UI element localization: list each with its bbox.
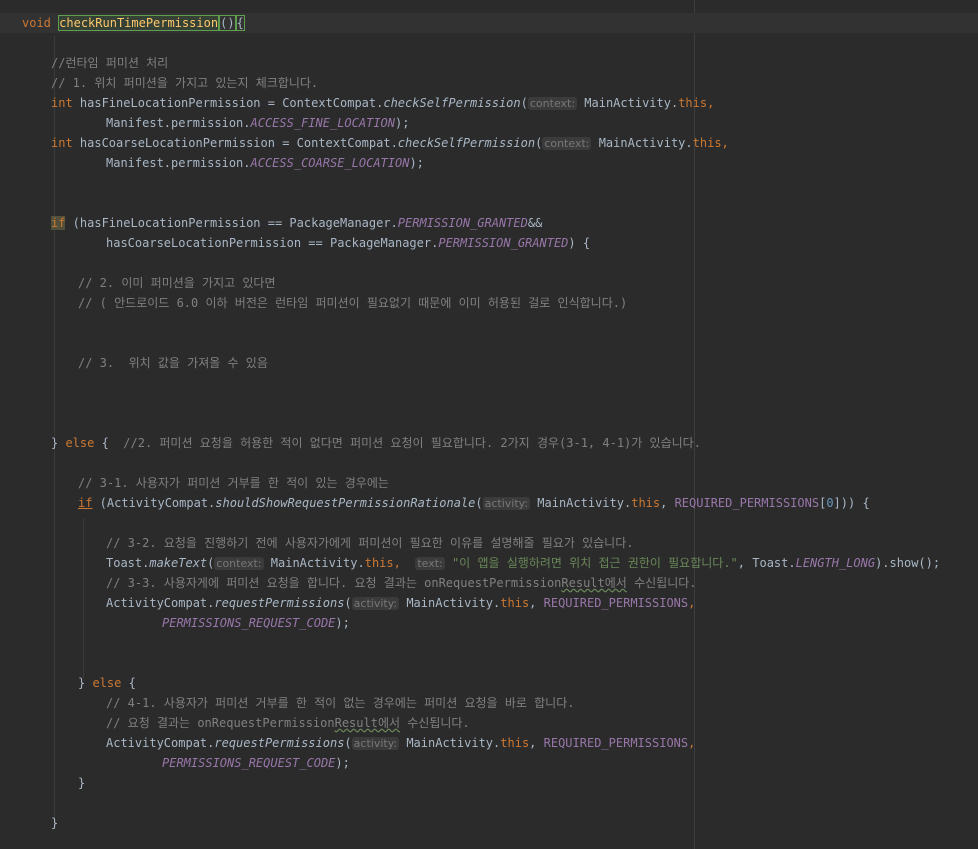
code-line-close-brace[interactable]: } (51, 813, 58, 833)
open-brace: { (235, 15, 245, 31)
right-margin-guide (694, 0, 695, 849)
comment-line[interactable]: // 2. 이미 퍼미션을 가지고 있다면 (78, 273, 276, 293)
comment-line[interactable]: // 3-1. 사용자가 퍼미션 거부를 한 적이 있는 경우에는 (78, 473, 389, 493)
code-line[interactable]: PERMISSIONS_REQUEST_CODE); (162, 613, 350, 633)
indent-guide (83, 518, 84, 678)
comment-line[interactable]: // ( 안드로이드 6.0 이하 버전은 런타임 퍼미션이 필요없기 때문에 … (78, 293, 627, 313)
code-line-toast[interactable]: Toast.makeText(context: MainActivity.thi… (106, 553, 940, 573)
code-line[interactable]: Manifest.permission.ACCESS_FINE_LOCATION… (106, 113, 409, 133)
comment-line[interactable]: // 3. 위치 값을 가져올 수 있음 (78, 353, 268, 373)
comment-line[interactable]: // 1. 위치 퍼미션을 가지고 있는지 체크합니다. (51, 73, 318, 93)
comment-line[interactable]: // 3-2. 요청을 진행하기 전에 사용자가에게 퍼미션이 필요한 이유를 … (106, 533, 634, 553)
param-hint: activity: (351, 597, 400, 610)
comment-line[interactable]: //런타임 퍼미션 처리 (51, 53, 168, 73)
code-line-if[interactable]: if (hasFineLocationPermission == Package… (51, 213, 542, 233)
param-hint: context: (542, 137, 592, 150)
code-line[interactable]: ActivityCompat.requestPermissions(activi… (106, 593, 695, 613)
code-line[interactable]: PERMISSIONS_REQUEST_CODE); (162, 753, 350, 773)
param-hint: text: (415, 557, 445, 570)
code-line-if[interactable]: if (ActivityCompat.shouldShowRequestPerm… (78, 493, 870, 513)
code-line[interactable]: Manifest.permission.ACCESS_COARSE_LOCATI… (106, 153, 424, 173)
code-line[interactable]: ActivityCompat.requestPermissions(activi… (106, 733, 695, 753)
param-hint: activity: (351, 737, 400, 750)
comment-line[interactable]: // 4-1. 사용자가 퍼미션 거부를 한 적이 없는 경우에는 퍼미션 요청… (106, 693, 574, 713)
code-line[interactable]: int hasFineLocationPermission = ContextC… (51, 93, 714, 113)
comment-line[interactable]: // 3-3. 사용자게에 퍼미션 요청을 합니다. 요청 결과는 onRequ… (106, 573, 697, 593)
code-editor[interactable]: void checkRunTimePermission(){ //런타임 퍼미션… (0, 0, 978, 849)
param-hint: activity: (482, 497, 531, 510)
code-line[interactable]: int hasCoarseLocationPermission = Contex… (51, 133, 729, 153)
code-line-else[interactable]: } else { //2. 퍼미션 요청을 허용한 적이 없다면 퍼미션 요청이… (51, 433, 701, 453)
code-line-method-signature[interactable]: void checkRunTimePermission(){ (0, 13, 978, 33)
param-hint: context: (527, 97, 578, 110)
indent-guide (54, 36, 55, 826)
parens: () (219, 15, 236, 31)
param-hint: context: (214, 557, 264, 570)
code-line-close-brace[interactable]: } (78, 773, 85, 793)
code-line-else[interactable]: } else { (78, 673, 136, 693)
code-line[interactable]: hasCoarseLocationPermission == PackageMa… (106, 233, 590, 253)
method-name[interactable]: checkRunTimePermission (58, 15, 220, 31)
comment-line[interactable]: // 요청 결과는 onRequestPermissionResult에서 수신… (106, 713, 470, 733)
